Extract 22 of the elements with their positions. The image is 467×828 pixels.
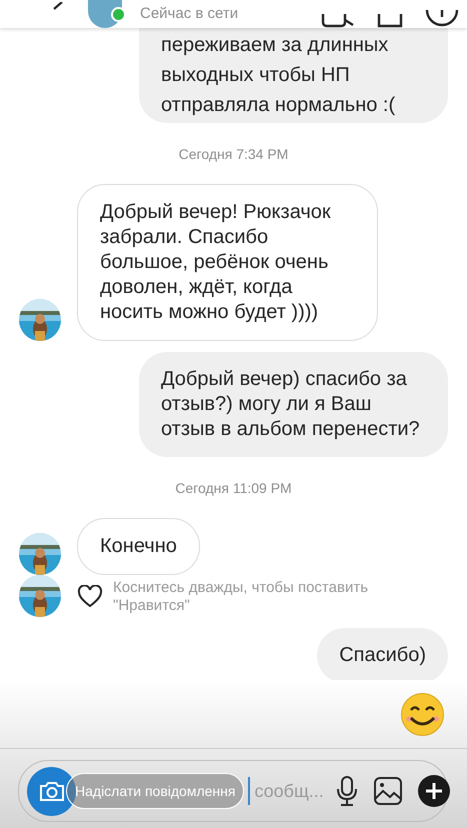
- smiley-icon[interactable]: [400, 692, 445, 737]
- received-message[interactable]: Конечно: [77, 518, 200, 575]
- sent-message[interactable]: переживаем за длинных выходных чтобы НП отправляла нормально :(: [139, 28, 448, 123]
- avatar: [19, 299, 61, 341]
- send-message-overlay: Надіслати повідомлення: [66, 773, 244, 809]
- received-message[interactable]: Добрый вечер! Рюкзачок забрали. Спасибо большое, ребёнок очень доволен, ждёт, когда носить можно будет )))): [77, 184, 378, 341]
- like-hint: Коснитесь дважды, чтобы поставить "Нравится": [113, 578, 370, 615]
- camera-button[interactable]: [27, 766, 76, 816]
- heart-icon[interactable]: [77, 585, 103, 609]
- sent-message[interactable]: Спасибо): [317, 628, 448, 683]
- sent-message[interactable]: Добрый вечер) спасибо за отзыв?) могу ли я Ваш отзыв в альбом перенести?: [139, 352, 448, 457]
- message-input[interactable]: сообщ...: [254, 780, 336, 802]
- avatar: [19, 575, 61, 617]
- online-status: Сейчас в сети: [140, 5, 238, 24]
- camera-icon: [38, 780, 64, 802]
- timestamp: Сегодня 11:09 PM: [174, 480, 293, 496]
- image-icon[interactable]: [374, 777, 402, 805]
- info-icon[interactable]: [425, 10, 459, 28]
- add-icon[interactable]: [418, 775, 450, 807]
- avatar: [19, 533, 61, 575]
- timestamp: Сегодня 7:34 PM: [178, 146, 290, 162]
- microphone-icon[interactable]: [336, 775, 358, 807]
